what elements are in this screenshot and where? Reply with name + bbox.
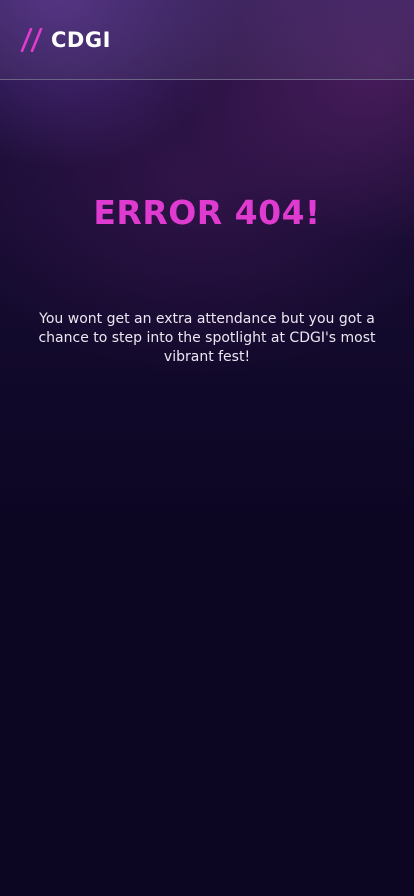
error-title: ERROR 404! <box>93 193 321 232</box>
brand-logo[interactable]: CDGI <box>20 27 111 52</box>
brand-name: CDGI <box>51 27 111 52</box>
top-header: CDGI <box>0 0 414 80</box>
error-page-content: ERROR 404! You wont get an extra attenda… <box>0 80 414 896</box>
error-message: You wont get an extra attendance but you… <box>38 311 376 365</box>
double-slash-logo-icon <box>20 27 43 52</box>
